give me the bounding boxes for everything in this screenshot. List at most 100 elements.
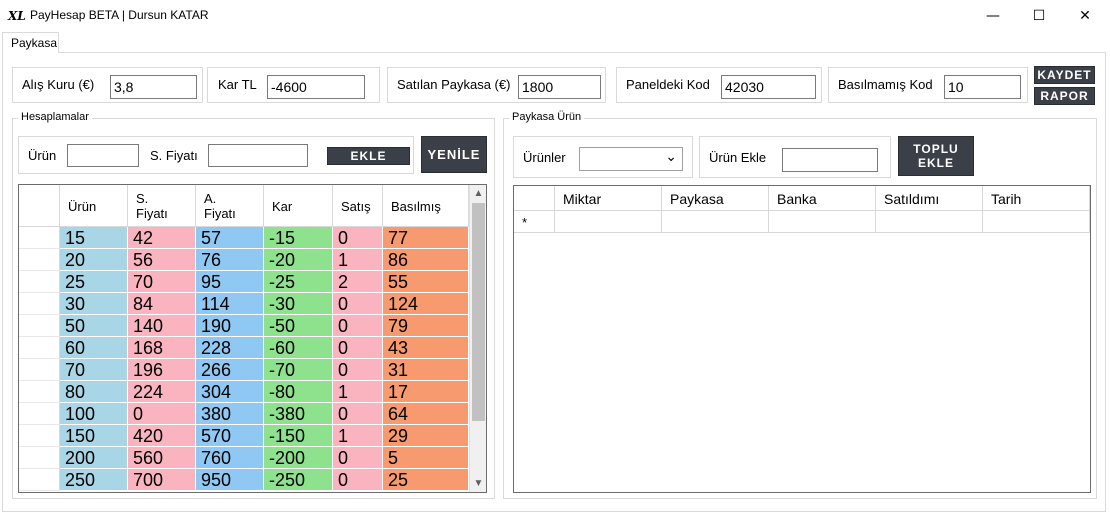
new-row-cell[interactable] bbox=[769, 211, 876, 233]
table-cell[interactable]: 25 bbox=[383, 469, 469, 491]
table-row[interactable]: 30 84 114 -30 0 124 bbox=[19, 293, 469, 315]
table-cell[interactable]: 0 bbox=[333, 337, 383, 359]
table-cell[interactable]: 56 bbox=[128, 249, 196, 271]
table-cell[interactable]: -380 bbox=[264, 403, 333, 425]
table-cell[interactable]: 25 bbox=[60, 271, 128, 293]
table-row[interactable]: 15 42 57 -15 0 77 bbox=[19, 227, 469, 249]
row-header[interactable] bbox=[19, 381, 60, 403]
table-cell[interactable]: 50 bbox=[60, 315, 128, 337]
paneldeki-kod-input[interactable] bbox=[721, 75, 816, 99]
kaydet-button[interactable]: KAYDET bbox=[1034, 66, 1095, 84]
paykasa-urun-grid[interactable]: Miktar Paykasa Banka Satıldımı Tarih * bbox=[513, 185, 1091, 493]
column-header[interactable]: Basılmış bbox=[383, 185, 469, 227]
satilan-paykasa-input[interactable] bbox=[518, 75, 601, 99]
kar-tl-input[interactable] bbox=[267, 75, 365, 99]
rapor-button[interactable]: RAPOR bbox=[1034, 87, 1095, 105]
table-cell[interactable]: 64 bbox=[383, 403, 469, 425]
table-cell[interactable]: 5 bbox=[383, 447, 469, 469]
table-cell[interactable]: -70 bbox=[264, 359, 333, 381]
table-cell[interactable]: 0 bbox=[333, 293, 383, 315]
table-row[interactable]: 100 0 380 -380 0 64 bbox=[19, 403, 469, 425]
table-cell[interactable]: 190 bbox=[196, 315, 264, 337]
table-cell[interactable]: 228 bbox=[196, 337, 264, 359]
table-cell[interactable]: 700 bbox=[128, 469, 196, 491]
close-button[interactable]: ✕ bbox=[1062, 0, 1108, 32]
table-cell[interactable]: 60 bbox=[60, 337, 128, 359]
table-cell[interactable]: 0 bbox=[333, 403, 383, 425]
row-header[interactable] bbox=[19, 271, 60, 293]
table-cell[interactable]: 950 bbox=[196, 469, 264, 491]
table-cell[interactable]: 30 bbox=[60, 293, 128, 315]
grid-scrollbar[interactable]: ▲ ▼ bbox=[469, 185, 486, 492]
table-cell[interactable]: -200 bbox=[264, 447, 333, 469]
table-row[interactable]: 25 70 95 -25 2 55 bbox=[19, 271, 469, 293]
table-cell[interactable]: 380 bbox=[196, 403, 264, 425]
table-cell[interactable]: 31 bbox=[383, 359, 469, 381]
table-cell[interactable]: -60 bbox=[264, 337, 333, 359]
table-cell[interactable]: 420 bbox=[128, 425, 196, 447]
row-header[interactable] bbox=[19, 359, 60, 381]
s-fiyati-input[interactable] bbox=[208, 144, 308, 167]
scroll-thumb[interactable] bbox=[472, 203, 485, 421]
table-cell[interactable]: 76 bbox=[196, 249, 264, 271]
urun-input[interactable] bbox=[67, 144, 139, 167]
column-header[interactable]: S. Fiyatı bbox=[128, 185, 196, 227]
table-cell[interactable]: 124 bbox=[383, 293, 469, 315]
row-header[interactable] bbox=[19, 337, 60, 359]
scroll-down-icon[interactable]: ▼ bbox=[470, 475, 486, 492]
table-cell[interactable]: 43 bbox=[383, 337, 469, 359]
basilmamis-kod-input[interactable] bbox=[944, 75, 1021, 99]
table-row[interactable]: 200 560 760 -200 0 5 bbox=[19, 447, 469, 469]
table-row[interactable]: 150 420 570 -150 1 29 bbox=[19, 425, 469, 447]
table-row[interactable]: 50 140 190 -50 0 79 bbox=[19, 315, 469, 337]
row-header[interactable] bbox=[19, 293, 60, 315]
table-cell[interactable]: 0 bbox=[333, 359, 383, 381]
new-row-cell[interactable] bbox=[876, 211, 983, 233]
column-header[interactable]: A. Fiyatı bbox=[196, 185, 264, 227]
table-cell[interactable]: 79 bbox=[383, 315, 469, 337]
table-cell[interactable]: -25 bbox=[264, 271, 333, 293]
table-cell[interactable]: 70 bbox=[128, 271, 196, 293]
table-cell[interactable]: 266 bbox=[196, 359, 264, 381]
row-header[interactable] bbox=[19, 315, 60, 337]
table-row[interactable]: 60 168 228 -60 0 43 bbox=[19, 337, 469, 359]
table-cell[interactable]: 15 bbox=[60, 227, 128, 249]
table-cell[interactable]: 168 bbox=[128, 337, 196, 359]
minimize-button[interactable]: — bbox=[970, 0, 1016, 32]
table-cell[interactable]: 0 bbox=[128, 403, 196, 425]
table-cell[interactable]: 55 bbox=[383, 271, 469, 293]
table-cell[interactable]: 17 bbox=[383, 381, 469, 403]
table-cell[interactable]: 0 bbox=[333, 227, 383, 249]
table-cell[interactable]: 2 bbox=[333, 271, 383, 293]
table-cell[interactable]: 760 bbox=[196, 447, 264, 469]
table-row[interactable]: 70 196 266 -70 0 31 bbox=[19, 359, 469, 381]
column-header[interactable]: Ürün bbox=[60, 185, 128, 227]
table-cell[interactable]: 1 bbox=[333, 381, 383, 403]
table-cell[interactable]: 42 bbox=[128, 227, 196, 249]
table-cell[interactable]: -50 bbox=[264, 315, 333, 337]
column-header-paykasa[interactable]: Paykasa bbox=[662, 186, 769, 211]
table-cell[interactable]: 1 bbox=[333, 425, 383, 447]
new-row-cell[interactable] bbox=[555, 211, 662, 233]
table-cell[interactable]: 304 bbox=[196, 381, 264, 403]
table-row[interactable]: 250 700 950 -250 0 25 bbox=[19, 469, 469, 491]
table-cell[interactable]: 0 bbox=[333, 469, 383, 491]
row-header[interactable] bbox=[19, 447, 60, 469]
table-cell[interactable]: 1 bbox=[333, 249, 383, 271]
table-cell[interactable]: 150 bbox=[60, 425, 128, 447]
table-row[interactable]: 80 224 304 -80 1 17 bbox=[19, 381, 469, 403]
column-header-satildimi[interactable]: Satıldımı bbox=[876, 186, 983, 211]
table-cell[interactable]: 84 bbox=[128, 293, 196, 315]
table-cell[interactable]: 80 bbox=[60, 381, 128, 403]
column-header-tarih[interactable]: Tarih bbox=[983, 186, 1090, 211]
table-cell[interactable]: 0 bbox=[333, 315, 383, 337]
table-row[interactable]: 20 56 76 -20 1 86 bbox=[19, 249, 469, 271]
table-cell[interactable]: 570 bbox=[196, 425, 264, 447]
table-cell[interactable]: -20 bbox=[264, 249, 333, 271]
table-cell[interactable]: 70 bbox=[60, 359, 128, 381]
ekle-button[interactable]: EKLE bbox=[327, 147, 410, 165]
table-cell[interactable]: 77 bbox=[383, 227, 469, 249]
row-header[interactable] bbox=[19, 469, 60, 491]
new-row-cell[interactable] bbox=[983, 211, 1090, 233]
table-cell[interactable]: 0 bbox=[333, 447, 383, 469]
